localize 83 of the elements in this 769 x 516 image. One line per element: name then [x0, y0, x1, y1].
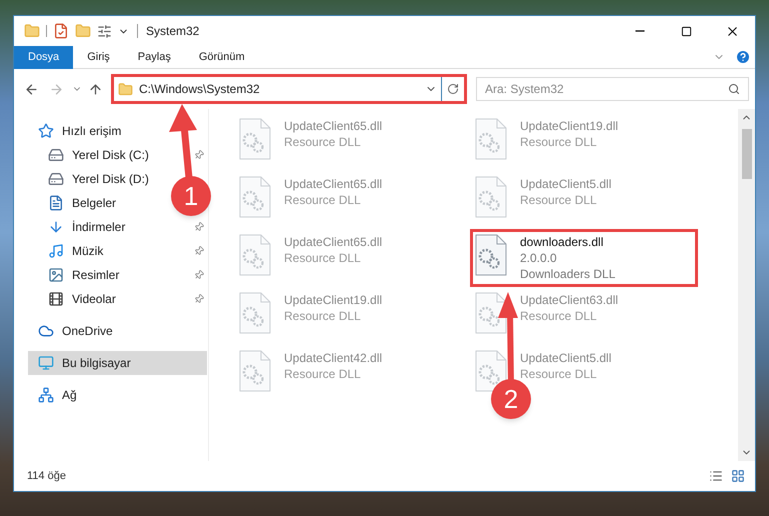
gear-file-icon — [238, 176, 272, 218]
file-name[interactable]: UpdateClient19.dll — [284, 292, 382, 308]
sidebar-item[interactable]: İndirmeler — [28, 215, 166, 239]
sidebar-item-label: OneDrive — [62, 323, 113, 340]
sidebar-item-icon — [48, 291, 64, 307]
gear-file-icon — [474, 234, 508, 276]
item-count: 114 öğe — [27, 468, 67, 484]
file-detail: 2.0.0.0 — [520, 250, 558, 266]
details-view-icon[interactable] — [709, 469, 723, 483]
sidebar-item-label: Müzik — [72, 243, 104, 260]
file-detail: Resource DLL — [284, 250, 362, 266]
sidebar-item[interactable]: Yerel Disk (D:) — [28, 167, 166, 191]
gear-file-icon — [238, 350, 272, 392]
sidebar-item-icon — [48, 267, 64, 283]
file-detail: Resource DLL — [520, 192, 598, 208]
file-detail: Resource DLL — [520, 308, 598, 324]
sidebar-item[interactable]: Bu bilgisayar — [28, 351, 207, 375]
sidebar-item-icon — [48, 219, 64, 235]
checked-document-icon[interactable] — [53, 23, 69, 39]
sidebar-item[interactable]: Ağ — [28, 383, 166, 407]
sidebar-item-label: Bu bilgisayar — [62, 355, 131, 372]
gear-file-icon — [238, 234, 272, 276]
ribbon-tab[interactable]: Görünüm — [184, 46, 259, 68]
sidebar-item[interactable]: Belgeler — [28, 191, 166, 215]
gear-file-icon — [474, 176, 508, 218]
file-name[interactable]: UpdateClient65.dll — [284, 118, 382, 134]
address-path: C:\Windows\System32 — [139, 81, 261, 98]
sidebar-item-label: Yerel Disk (D:) — [72, 171, 149, 188]
ribbon-tab[interactable]: Dosya — [14, 46, 74, 68]
file-detail: Resource DLL — [520, 134, 598, 150]
large-icons-view-icon[interactable] — [731, 469, 745, 483]
sidebar-item-icon — [48, 171, 64, 187]
sidebar-item-icon — [38, 323, 54, 339]
help-icon[interactable] — [735, 49, 751, 65]
properties-icon[interactable] — [97, 24, 112, 38]
sidebar-item-label: Hızlı erişim — [62, 123, 122, 140]
file-detail: Resource DLL — [520, 366, 598, 382]
ribbon-tab[interactable]: Giriş — [73, 46, 124, 68]
ribbon-tab[interactable]: Paylaş — [124, 46, 185, 68]
file-name[interactable]: UpdateClient19.dll — [520, 118, 618, 134]
address-field[interactable]: C:\Windows\System32 — [111, 74, 467, 104]
sidebar-item[interactable]: Videolar — [28, 287, 166, 311]
gear-file-icon — [474, 118, 508, 160]
sidebar-item-icon — [48, 243, 64, 259]
sidebar-item[interactable]: Müzik — [28, 239, 166, 263]
scrollbar-thumb[interactable] — [742, 129, 752, 179]
sidebar-item-icon — [48, 195, 64, 211]
maximize-icon — [680, 26, 692, 36]
file-detail: Resource DLL — [284, 308, 362, 324]
file-name[interactable]: UpdateClient5.dll — [520, 176, 612, 192]
sidebar-item-icon — [38, 355, 54, 371]
scrollbar[interactable] — [738, 109, 755, 461]
folder-icon — [118, 82, 133, 96]
sidebar-item-icon — [38, 387, 54, 403]
gear-file-icon — [474, 292, 508, 334]
sidebar-item-label: Belgeler — [72, 195, 116, 212]
refresh-icon[interactable] — [447, 83, 459, 95]
sidebar-item-label: İndirmeler — [72, 219, 126, 236]
sidebar-item-icon — [48, 147, 64, 163]
search-icon — [728, 83, 740, 95]
sidebar-item[interactable]: OneDrive — [28, 319, 166, 343]
file-name[interactable]: downloaders.dll — [520, 234, 616, 250]
file-name[interactable]: UpdateClient5.dll — [520, 350, 612, 366]
sidebar-item-label: Yerel Disk (C:) — [72, 147, 149, 164]
file-name[interactable]: UpdateClient63.dll — [520, 292, 618, 308]
sidebar-item[interactable]: Resimler — [28, 263, 166, 287]
file-detail: Resource DLL — [284, 366, 362, 382]
sidebar-item-label: Ağ — [62, 387, 77, 404]
gear-file-icon — [238, 118, 272, 160]
window-title: System32 — [146, 23, 200, 40]
sidebar-item-icon — [38, 123, 54, 139]
search-placeholder: Ara: System32 — [485, 81, 565, 98]
file-name[interactable]: UpdateClient65.dll — [284, 234, 382, 250]
file-name[interactable]: UpdateClient65.dll — [284, 176, 382, 192]
file-detail: Downloaders DLL — [520, 266, 616, 282]
gear-file-icon — [238, 292, 272, 334]
sidebar-item[interactable]: Hızlı erişim — [28, 119, 166, 143]
file-name[interactable]: UpdateClient42.dll — [284, 350, 382, 366]
file-detail: Resource DLL — [284, 192, 362, 208]
sidebar-item-label: Videolar — [72, 291, 116, 308]
sidebar-item[interactable]: Yerel Disk (C:) — [28, 143, 166, 167]
file-detail: Resource DLL — [284, 134, 362, 150]
sidebar-item-label: Resimler — [72, 267, 120, 284]
